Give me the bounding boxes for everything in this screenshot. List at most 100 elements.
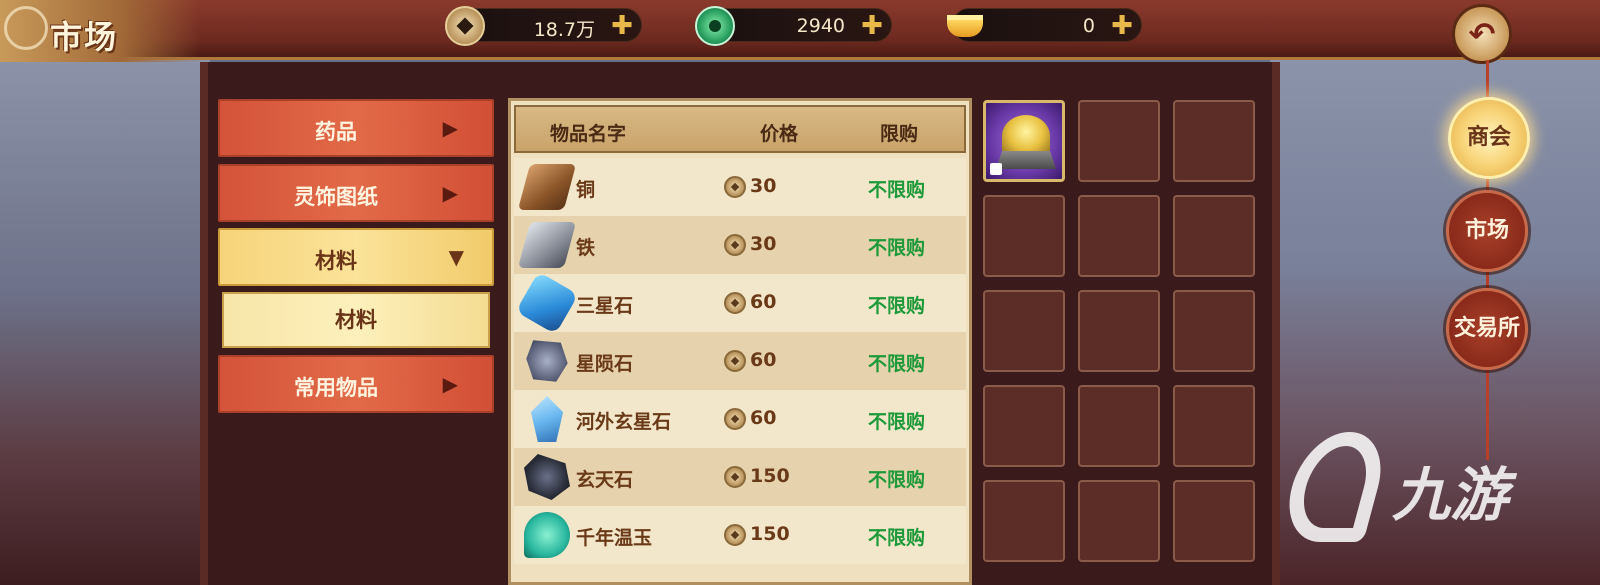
iron-ingot-icon bbox=[517, 222, 577, 268]
jade-icon bbox=[695, 6, 735, 46]
inventory-slot[interactable] bbox=[1078, 290, 1160, 372]
currency-value: 0 bbox=[1082, 15, 1095, 37]
treasure-bowl-icon bbox=[1002, 115, 1050, 157]
table-row[interactable]: 河外玄星石 60 不限购 bbox=[514, 390, 966, 448]
jade-swirl-icon bbox=[524, 512, 570, 558]
inventory-slot[interactable] bbox=[1173, 195, 1255, 277]
add-currency-button[interactable]: ✚ bbox=[609, 13, 635, 39]
table-row[interactable]: 三星石 60 不限购 bbox=[514, 271, 966, 335]
copper-ingot-icon bbox=[517, 164, 577, 210]
item-price: 60 bbox=[750, 407, 777, 429]
column-header-price: 价格 bbox=[760, 123, 799, 145]
coin-icon bbox=[724, 350, 746, 372]
item-limit: 不限购 bbox=[868, 527, 926, 549]
item-price: 150 bbox=[750, 523, 790, 545]
inventory-slot[interactable] bbox=[983, 480, 1065, 562]
item-limit: 不限购 bbox=[868, 237, 926, 259]
coin-icon bbox=[724, 466, 746, 488]
inventory-slot[interactable] bbox=[983, 100, 1065, 182]
category-medicine[interactable]: 药品 ▶ bbox=[218, 99, 494, 157]
ice-crystal-icon bbox=[530, 396, 564, 442]
item-name: 铜 bbox=[576, 179, 596, 201]
item-name: 三星石 bbox=[576, 295, 634, 317]
inventory-slot[interactable] bbox=[983, 195, 1065, 277]
category-common-items[interactable]: 常用物品 ▶ bbox=[218, 355, 494, 413]
coin-icon bbox=[724, 234, 746, 256]
cloud-ornament-icon bbox=[4, 6, 48, 50]
watermark: 九游 bbox=[1277, 432, 1532, 542]
inventory-slot[interactable] bbox=[1078, 100, 1160, 182]
watermark-text: 九游 bbox=[1392, 461, 1509, 529]
item-limit: 不限购 bbox=[868, 469, 926, 491]
chevron-down-icon: ▼ bbox=[448, 245, 464, 269]
nav-exchange[interactable]: 交易所 bbox=[1446, 288, 1528, 370]
category-label: 常用物品 bbox=[294, 376, 378, 400]
inventory-slot[interactable] bbox=[983, 385, 1065, 467]
item-price: 150 bbox=[750, 465, 790, 487]
item-limit: 不限购 bbox=[868, 411, 926, 433]
inventory-slot[interactable] bbox=[1173, 290, 1255, 372]
currency-value: 18.7万 bbox=[533, 19, 595, 41]
column-header-limit: 限购 bbox=[880, 123, 919, 145]
item-price: 30 bbox=[750, 175, 777, 197]
item-limit: 不限购 bbox=[868, 179, 926, 201]
subcategory-materials[interactable]: 材料 bbox=[222, 292, 490, 348]
add-currency-button[interactable]: ✚ bbox=[1109, 13, 1135, 39]
category-label: 药品 bbox=[315, 120, 357, 144]
lock-icon bbox=[990, 163, 1002, 175]
category-materials[interactable]: 材料 ▼ bbox=[218, 228, 494, 286]
coin-icon bbox=[724, 524, 746, 546]
chevron-right-icon: ▶ bbox=[442, 372, 458, 396]
category-label: 材料 bbox=[315, 249, 357, 273]
coin-icon bbox=[445, 6, 485, 46]
column-header-name: 物品名字 bbox=[550, 123, 627, 145]
chevron-right-icon: ▶ bbox=[442, 181, 458, 205]
inventory-slot[interactable] bbox=[983, 290, 1065, 372]
category-ornament-blueprints[interactable]: 灵饰图纸 ▶ bbox=[218, 164, 494, 222]
nav-market[interactable]: 市场 bbox=[1446, 190, 1528, 272]
table-row[interactable]: 铜 30 不限购 bbox=[514, 158, 966, 216]
inventory-slot[interactable] bbox=[1173, 480, 1255, 562]
coin-icon bbox=[724, 408, 746, 430]
item-price: 60 bbox=[750, 349, 777, 371]
currency-copper: 18.7万 ✚ bbox=[445, 6, 642, 46]
coin-icon bbox=[724, 176, 746, 198]
table-header: 物品名字 价格 限购 bbox=[514, 105, 966, 153]
add-currency-button[interactable]: ✚ bbox=[859, 13, 885, 39]
inventory-slot[interactable] bbox=[1078, 385, 1160, 467]
item-name: 铁 bbox=[576, 237, 596, 259]
meteorite-icon bbox=[526, 340, 568, 382]
category-label: 灵饰图纸 bbox=[294, 185, 378, 209]
item-price: 60 bbox=[750, 291, 777, 313]
coin-icon bbox=[724, 292, 746, 314]
item-limit: 不限购 bbox=[868, 353, 926, 375]
page-title: 市场 bbox=[50, 18, 119, 56]
title-banner: 市场 bbox=[0, 0, 200, 62]
table-row[interactable]: 玄天石 150 不限购 bbox=[514, 448, 966, 506]
treasure-pedestal bbox=[996, 151, 1056, 169]
item-limit: 不限购 bbox=[868, 295, 926, 317]
currency-gold: 0 ✚ bbox=[947, 8, 1142, 42]
ingot-icon bbox=[945, 6, 985, 46]
inventory-slot[interactable] bbox=[1078, 195, 1160, 277]
nav-chamber-of-commerce[interactable]: 商会 bbox=[1448, 97, 1530, 179]
item-name: 河外玄星石 bbox=[576, 411, 672, 433]
table-row[interactable]: 铁 30 不限购 bbox=[514, 216, 966, 274]
inventory-slot[interactable] bbox=[1078, 480, 1160, 562]
inventory-slot[interactable] bbox=[1173, 385, 1255, 467]
item-name: 玄天石 bbox=[576, 469, 634, 491]
back-button[interactable]: ↶ bbox=[1452, 4, 1512, 64]
table-row[interactable]: 星陨石 60 不限购 bbox=[514, 332, 966, 390]
blue-crystal-icon bbox=[515, 271, 579, 335]
currency-value: 2940 bbox=[796, 15, 845, 37]
chevron-right-icon: ▶ bbox=[442, 116, 458, 140]
item-price: 30 bbox=[750, 233, 777, 255]
dark-stone-icon bbox=[524, 454, 570, 500]
currency-jade: 2940 ✚ bbox=[695, 6, 892, 46]
nine-game-logo-icon bbox=[1277, 432, 1393, 542]
item-name: 千年温玉 bbox=[576, 527, 653, 549]
inventory-slot[interactable] bbox=[1173, 100, 1255, 182]
back-arrow-icon: ↶ bbox=[1468, 15, 1496, 53]
item-name: 星陨石 bbox=[576, 353, 634, 375]
table-row[interactable]: 千年温玉 150 不限购 bbox=[514, 506, 966, 564]
